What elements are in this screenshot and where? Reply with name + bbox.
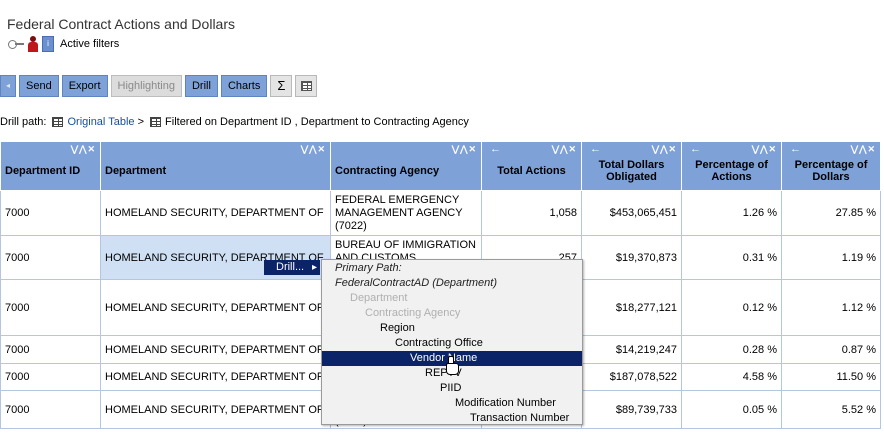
menu-item-transaction-number[interactable]: Transaction Number: [322, 411, 582, 426]
page-title: Federal Contract Actions and Dollars: [7, 16, 235, 32]
column-controls-icon[interactable]: ⋁⋀✕: [851, 144, 876, 155]
hand-cursor-icon: [444, 356, 459, 375]
menu-item-department: Department: [350, 292, 408, 304]
column-controls-icon[interactable]: ⋁⋀✕: [301, 144, 326, 155]
table-icon: [52, 117, 64, 127]
pct-actions-cell: 0.28 %: [681, 335, 782, 364]
pct-dollars-cell: 1.19 %: [781, 235, 881, 280]
export-button[interactable]: Export: [61, 75, 108, 97]
collapse-toolbar-button[interactable]: ◂: [0, 75, 16, 97]
pct-actions-cell: 0.31 %: [681, 235, 782, 280]
dollars-cell: $453,065,451: [581, 190, 682, 236]
menu-item-piid[interactable]: PIID: [322, 381, 582, 396]
pct-dollars-cell: 27.85 %: [781, 190, 881, 236]
menu-item-modification-number[interactable]: Modification Number: [322, 396, 582, 411]
dept-id-cell[interactable]: 7000: [0, 390, 101, 429]
column-header[interactable]: ← ⋁⋀✕ Percentage of Dollars: [781, 141, 881, 191]
dept-cell[interactable]: HOMELAND SECURITY, DEPARTMENT OF: [100, 190, 331, 236]
dept-id-cell[interactable]: 7000: [0, 363, 101, 391]
dept-id-cell[interactable]: 7000: [0, 235, 101, 280]
menu-item-primary-path: Primary Path:: [335, 262, 402, 274]
dept-cell[interactable]: HOMELAND SECURITY, DEPARTMENT OF: [100, 390, 331, 429]
drill-path: Drill path: Original Table > Filtered on…: [0, 115, 469, 129]
drill-context-menu: Primary Path: FederalContractAD (Departm…: [321, 259, 583, 425]
menu-item-region[interactable]: Region: [322, 321, 582, 336]
column-header[interactable]: ← ⋁⋀✕ Percentage of Actions: [681, 141, 782, 191]
table-header-row: ⋁⋀✕ Department ID ⋁⋀✕ Department ⋁⋀✕ Con…: [0, 141, 881, 191]
active-filters-label: Active filters: [60, 38, 120, 50]
column-controls-icon[interactable]: ⋁⋀✕: [71, 144, 96, 155]
agency-cell[interactable]: FEDERAL EMERGENCY MANAGEMENT AGENCY (7022): [330, 190, 482, 236]
pct-actions-cell: 1.26 %: [681, 190, 782, 236]
dept-id-cell[interactable]: 7000: [0, 335, 101, 364]
drill-context-button[interactable]: Drill...: [264, 260, 320, 275]
column-header[interactable]: ⋁⋀✕ Department ID: [0, 141, 101, 191]
pct-actions-cell: 0.12 %: [681, 279, 782, 336]
highlighting-button[interactable]: Highlighting: [110, 75, 182, 97]
menu-item-contracting-agency: Contracting Agency: [365, 307, 461, 319]
table-row: 7000 HOMELAND SECURITY, DEPARTMENT OF FE…: [0, 190, 881, 236]
actions-cell: 1,058: [481, 190, 582, 236]
user-icon[interactable]: [28, 36, 38, 52]
drill-button[interactable]: Drill: [184, 75, 218, 97]
column-header[interactable]: ⋁⋀✕ Department: [100, 141, 331, 191]
pct-dollars-cell: 11.50 %: [781, 363, 881, 391]
original-table-link[interactable]: Original Table: [67, 116, 134, 128]
pct-dollars-cell: 0.87 %: [781, 335, 881, 364]
dept-cell[interactable]: HOMELAND SECURITY, DEPARTMENT OF: [100, 279, 331, 336]
table-icon: [150, 117, 162, 127]
dept-cell[interactable]: HOMELAND SECURITY, DEPARTMENT OF: [100, 363, 331, 391]
send-button[interactable]: Send: [19, 75, 59, 97]
column-controls-icon[interactable]: ⋁⋀✕: [752, 144, 777, 155]
dollars-cell: $89,739,733: [581, 390, 682, 429]
column-header[interactable]: ← ⋁⋀✕ Total Dollars Obligated: [581, 141, 682, 191]
pct-dollars-cell: 5.52 %: [781, 390, 881, 429]
table-view-button[interactable]: [295, 75, 318, 97]
dollars-cell: $14,219,247: [581, 335, 682, 364]
column-header[interactable]: ← ⋁⋀✕ Total Actions: [481, 141, 582, 191]
key-icon[interactable]: [8, 39, 24, 49]
column-controls-icon[interactable]: ⋁⋀✕: [652, 144, 677, 155]
table-icon: [300, 81, 312, 91]
toolbar: ◂ Send Export Highlighting Drill Charts …: [0, 75, 320, 97]
pct-actions-cell: 0.05 %: [681, 390, 782, 429]
dollars-cell: $18,277,121: [581, 279, 682, 336]
move-left-icon[interactable]: ←: [690, 143, 701, 155]
filter-info-icon[interactable]: i: [42, 36, 54, 52]
drill-path-filter-text: Filtered on Department ID , Department t…: [165, 116, 469, 128]
column-controls-icon[interactable]: ⋁⋀✕: [452, 144, 477, 155]
move-left-icon[interactable]: ←: [790, 143, 801, 155]
pct-actions-cell: 4.58 %: [681, 363, 782, 391]
column-header[interactable]: ⋁⋀✕ Contracting Agency: [330, 141, 482, 191]
drill-path-separator: >: [137, 116, 145, 128]
move-left-icon[interactable]: ←: [490, 143, 501, 155]
dept-id-cell[interactable]: 7000: [0, 190, 101, 236]
menu-item-federal-contract[interactable]: FederalContractAD (Department): [322, 276, 582, 291]
dollars-cell: $19,370,873: [581, 235, 682, 280]
dept-id-cell[interactable]: 7000: [0, 279, 101, 336]
move-left-icon[interactable]: ←: [590, 143, 601, 155]
menu-item-contracting-office[interactable]: Contracting Office: [322, 336, 582, 351]
dept-cell[interactable]: HOMELAND SECURITY, DEPARTMENT OF: [100, 335, 331, 364]
active-filters-bar: i Active filters: [8, 34, 119, 54]
pct-dollars-cell: 1.12 %: [781, 279, 881, 336]
sum-button[interactable]: Σ: [270, 75, 293, 97]
charts-button[interactable]: Charts: [220, 75, 268, 97]
dollars-cell: $187,078,522: [581, 363, 682, 391]
column-controls-icon[interactable]: ⋁⋀✕: [552, 144, 577, 155]
drill-path-label: Drill path:: [0, 116, 47, 128]
